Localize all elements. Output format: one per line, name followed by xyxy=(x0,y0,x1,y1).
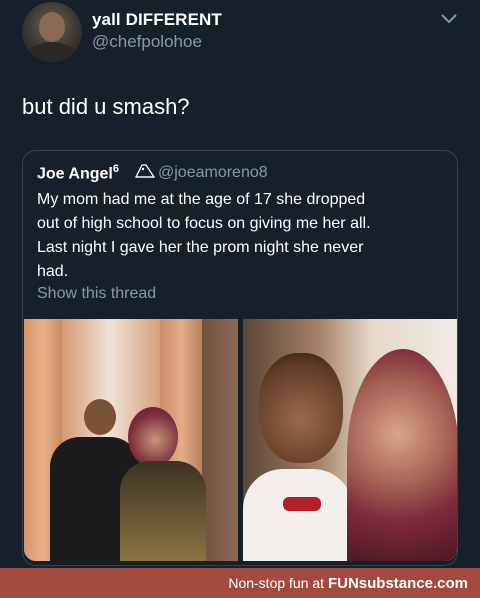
person-head xyxy=(128,407,178,467)
prom-photo-left[interactable] xyxy=(24,319,238,561)
prom-photo-right[interactable] xyxy=(243,319,457,561)
quoted-tweet[interactable]: Joe Angel6 @joeamoreno8 My mom had me at… xyxy=(22,150,458,566)
lamp-post xyxy=(202,319,238,561)
quoted-text-line: out of high school to focus on giving me… xyxy=(37,215,371,232)
tweet[interactable]: yall DIFFERENT @chefpolohoe but did u sm… xyxy=(0,0,480,568)
avatar[interactable] xyxy=(22,2,82,62)
footer-tagline: Non-stop fun at xyxy=(228,575,328,591)
display-name[interactable]: yall DIFFERENT xyxy=(92,10,222,30)
footer-bar: Non-stop fun at FUNsubstance.com xyxy=(0,568,480,598)
person-head xyxy=(84,399,116,435)
footer-brand[interactable]: FUNsubstance.com xyxy=(328,575,468,592)
quoted-display-name[interactable]: Joe Angel6 xyxy=(37,163,119,183)
quoted-text-line: had. xyxy=(37,263,69,280)
show-thread-link[interactable]: Show this thread xyxy=(37,285,156,303)
footer-text: Non-stop fun at FUNsubstance.com xyxy=(228,575,468,592)
bow-tie xyxy=(283,497,321,511)
person-shirt xyxy=(243,469,353,561)
avatar-shoulders xyxy=(27,42,77,62)
person-dress xyxy=(120,461,206,561)
quoted-text-line: My mom had me at the age of 17 she dropp… xyxy=(37,191,366,208)
chevron-down-icon[interactable] xyxy=(440,13,458,25)
quoted-name-text: Joe Angel xyxy=(37,165,113,183)
user-handle[interactable]: @chefpolohoe xyxy=(92,32,202,52)
person-head xyxy=(259,353,343,463)
quoted-text-line: Last night I gave her the prom night she… xyxy=(37,239,364,256)
quoted-name-superscript: 6 xyxy=(112,163,119,175)
owl-icon xyxy=(134,164,156,178)
person-head xyxy=(347,349,457,561)
tweet-text: but did u smash? xyxy=(22,94,190,119)
avatar-head xyxy=(39,12,65,42)
quoted-handle[interactable]: @joeamoreno8 xyxy=(158,164,268,182)
